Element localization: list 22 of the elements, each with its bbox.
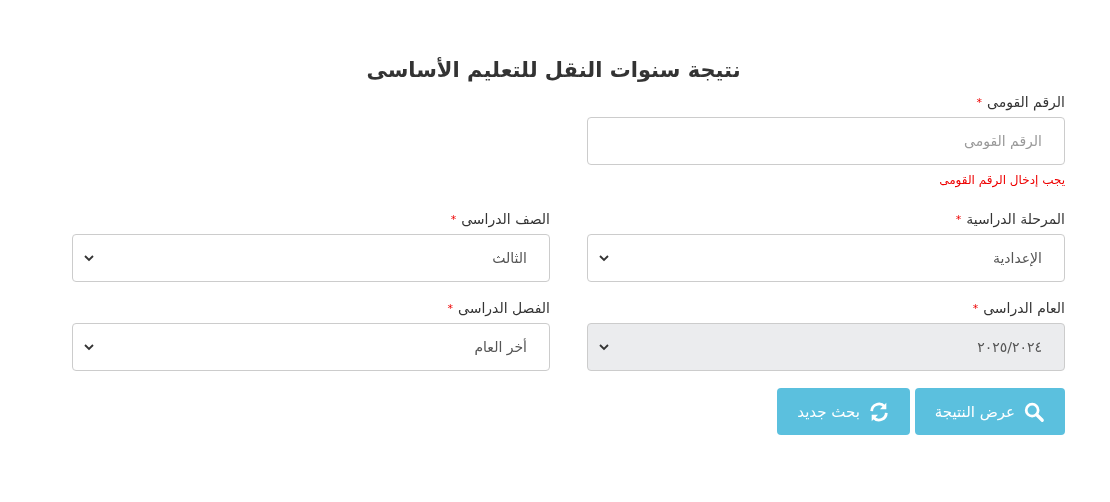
page-title: نتيجة سنوات النقل للتعليم الأساسى [366,58,741,82]
chevron-down-icon [598,252,610,264]
chevron-down-icon [83,341,95,353]
search-icon [1023,400,1045,423]
chevron-down-icon [598,341,610,353]
field-label: الفصل الدراسى [458,300,550,316]
select-field[interactable]: أخر العام [72,323,550,371]
required-mark: * [972,301,979,315]
refresh-icon [867,400,890,423]
required-mark: * [447,301,453,315]
required-mark: * [955,212,962,226]
national-id-field[interactable]: الرقم القومى [587,117,1065,165]
field-label: الرقم القومى [987,94,1065,110]
field-label: المرحلة الدراسية [966,211,1065,227]
required-mark: * [976,95,982,109]
chevron-down-icon [83,252,95,264]
select-field[interactable]: الثالث [72,234,550,282]
required-mark: * [450,212,457,226]
error-message: يجب إدخال الرقم القومى [938,173,1065,187]
select-field[interactable]: الإعدادية [587,234,1065,282]
field-label: العام الدراسى [983,300,1065,316]
field-label: الصف الدراسى [461,211,550,227]
